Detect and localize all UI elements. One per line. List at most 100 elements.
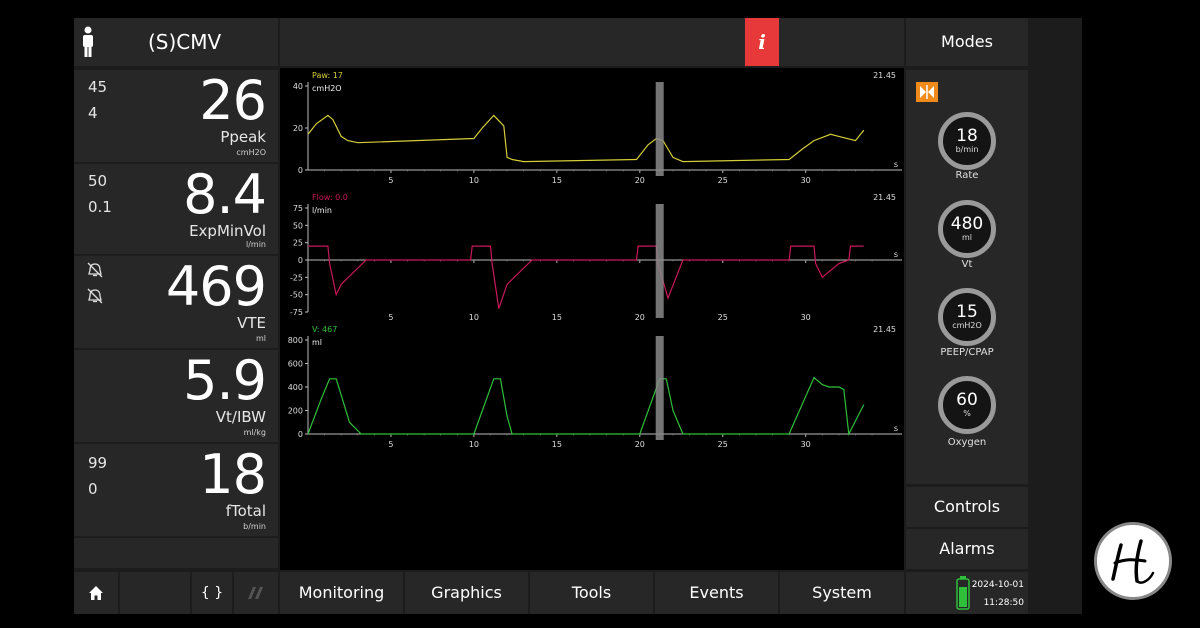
sync-icon bbox=[916, 82, 938, 102]
flow-y-label: l/min bbox=[312, 206, 332, 215]
alarms-button[interactable]: Alarms bbox=[906, 529, 1028, 569]
ppeak-low-limit: 4 bbox=[88, 104, 98, 122]
pressure-x-tick-label: 5 bbox=[388, 176, 393, 185]
pressure-x-tick-label: 15 bbox=[552, 176, 562, 185]
expminvol-unit: l/min bbox=[245, 240, 266, 249]
control-peep[interactable]: 15 cmH2O bbox=[938, 288, 996, 346]
flow-y-tick-label: 75 bbox=[293, 204, 303, 213]
ventilator-screen: (S)CMV 45 4 26 Ppeak cmH2O 50 0.1 8.4 Ex… bbox=[0, 0, 1200, 628]
home-icon bbox=[89, 586, 103, 600]
flow-y-tick-label: -25 bbox=[290, 273, 303, 282]
volume-x-tick-label: 20 bbox=[635, 440, 645, 449]
pressure-readout: Paw: 17 bbox=[312, 71, 343, 80]
flow-sweep-cursor bbox=[655, 204, 664, 318]
pressure-sweep-cursor bbox=[655, 82, 664, 176]
rate-label: Rate bbox=[955, 170, 979, 181]
volume-x-tick-label: 10 bbox=[469, 440, 479, 449]
volume-y-tick-label: 800 bbox=[288, 336, 303, 345]
expminvol-name: ExpMinVol bbox=[189, 222, 266, 240]
tab-graphics[interactable]: Graphics bbox=[405, 572, 528, 614]
vt-unit: ml bbox=[961, 233, 972, 242]
pressure-x-tick-label: 30 bbox=[801, 176, 811, 185]
vte-value: 469 bbox=[165, 255, 267, 318]
brand-logo bbox=[1094, 522, 1172, 600]
ftotal-unit: b/min bbox=[243, 522, 266, 531]
control-vt[interactable]: 480 ml bbox=[938, 200, 996, 258]
volume-readout: V: 467 bbox=[312, 325, 337, 334]
modes-button[interactable]: Modes bbox=[906, 18, 1028, 66]
param-vte[interactable]: 469 VTE ml bbox=[74, 256, 278, 350]
vt-ibw-name: Vt/IBW bbox=[215, 408, 266, 426]
pressure-y-tick-label: 40 bbox=[293, 82, 303, 91]
freeze-icon bbox=[248, 587, 263, 599]
oxygen-label: Oxygen bbox=[947, 437, 987, 448]
ppeak-value: 26 bbox=[199, 69, 267, 132]
home-button[interactable] bbox=[74, 572, 118, 614]
volume-y-tick-label: 200 bbox=[288, 407, 303, 416]
pressure-x-tick-label: 20 bbox=[635, 176, 645, 185]
tab-system[interactable]: System bbox=[780, 572, 904, 614]
flow-x-tick-label: 25 bbox=[718, 313, 728, 322]
expminvol-value: 8.4 bbox=[183, 163, 267, 226]
oxygen-unit: % bbox=[963, 409, 971, 418]
pressure-y-tick-label: 0 bbox=[298, 166, 303, 175]
oxygen-value: 60 bbox=[956, 390, 978, 410]
ventilation-mode: (S)CMV bbox=[148, 30, 222, 54]
main-controls-panel: 18 b/min Rate 480 ml Vt 15 cmH2O PEEP/CP… bbox=[906, 70, 1028, 484]
rate-unit: b/min bbox=[955, 145, 979, 154]
ftotal-high-limit: 99 bbox=[88, 454, 108, 472]
blank-key[interactable] bbox=[120, 572, 190, 614]
vt-value: 480 bbox=[950, 214, 984, 234]
status-time: 11:28:50 bbox=[983, 598, 1024, 608]
freeze-button[interactable] bbox=[234, 572, 278, 614]
tab-monitoring[interactable]: Monitoring bbox=[280, 572, 403, 614]
rate-value: 18 bbox=[956, 126, 978, 146]
controls-button[interactable]: Controls bbox=[906, 487, 1028, 527]
volume-y-label: ml bbox=[312, 338, 322, 347]
flow-y-tick-label: 25 bbox=[293, 239, 303, 248]
status-panel: 2024-10-01 11:28:50 bbox=[906, 572, 1028, 614]
mode-panel[interactable]: (S)CMV bbox=[74, 18, 278, 66]
pressure-y-tick-label: 20 bbox=[293, 124, 303, 133]
param-ppeak[interactable]: 45 4 26 Ppeak cmH2O bbox=[74, 70, 278, 164]
volume-y-tick-label: 0 bbox=[298, 430, 303, 439]
ftotal-name: fTotal bbox=[225, 502, 266, 520]
ppeak-high-limit: 45 bbox=[88, 78, 108, 96]
alarm-off-icon bbox=[87, 288, 103, 304]
ppeak-name: Ppeak bbox=[220, 128, 266, 146]
vt-ibw-value: 5.9 bbox=[183, 349, 267, 412]
ftotal-value: 18 bbox=[199, 443, 267, 506]
info-button[interactable]: i bbox=[745, 18, 779, 66]
flow-x-tick-label: 10 bbox=[469, 313, 479, 322]
monitoring-parameters: 45 4 26 Ppeak cmH2O 50 0.1 8.4 ExpMinVol… bbox=[74, 70, 278, 568]
vt-label: Vt bbox=[961, 259, 973, 270]
pressure-x-unit: s bbox=[894, 160, 898, 169]
param-vt-ibw[interactable]: 5.9 Vt/IBW ml/kg bbox=[74, 350, 278, 444]
control-oxygen[interactable]: 60 % bbox=[938, 376, 996, 434]
volume-x-tick-label: 25 bbox=[718, 440, 728, 449]
volume-time-label: 21.45 bbox=[873, 325, 896, 334]
param-expminvol[interactable]: 50 0.1 8.4 ExpMinVol l/min bbox=[74, 164, 278, 256]
flow-x-tick-label: 15 bbox=[552, 313, 562, 322]
alarm-off-icon bbox=[87, 262, 103, 278]
tab-tools[interactable]: Tools bbox=[530, 572, 653, 614]
peep-label: PEEP/CPAP bbox=[940, 347, 994, 358]
flow-x-tick-label: 5 bbox=[388, 313, 393, 322]
message-bar[interactable] bbox=[280, 18, 904, 66]
patient-adult-icon bbox=[83, 26, 93, 57]
pressure-time-label: 21.45 bbox=[873, 71, 896, 80]
flow-y-tick-label: 0 bbox=[298, 256, 303, 265]
param-ftotal[interactable]: 99 0 18 fTotal b/min bbox=[74, 444, 278, 538]
flow-y-tick-label: -75 bbox=[290, 308, 303, 317]
volume-y-tick-label: 600 bbox=[288, 360, 303, 369]
pressure-y-label: cmH2O bbox=[312, 84, 342, 93]
control-rate[interactable]: 18 b/min bbox=[938, 112, 996, 170]
monogram-icon bbox=[1111, 539, 1155, 584]
flow-x-tick-label: 20 bbox=[635, 313, 645, 322]
volume-sweep-cursor bbox=[655, 336, 664, 440]
pressure-x-tick-label: 10 bbox=[469, 176, 479, 185]
braces-button[interactable]: { } bbox=[192, 572, 232, 614]
volume-x-tick-label: 5 bbox=[388, 440, 393, 449]
flow-time-label: 21.45 bbox=[873, 193, 896, 202]
tab-events[interactable]: Events bbox=[655, 572, 778, 614]
